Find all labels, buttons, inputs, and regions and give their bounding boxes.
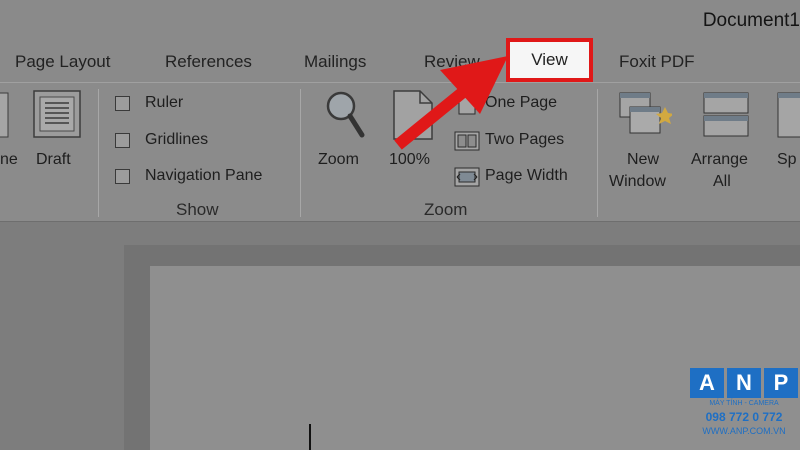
- watermark-letter-n: N: [727, 368, 761, 398]
- arrow-icon: [394, 56, 508, 150]
- watermark-phone: 098 772 0 772: [705, 410, 783, 424]
- anp-watermark: A N P MÁY TÍNH - CAMERA 098 772 0 772 WW…: [690, 368, 798, 448]
- watermark-letter-a: A: [690, 368, 724, 398]
- watermark-website: WWW.ANP.COM.VN: [702, 426, 786, 436]
- watermark-letter-p: P: [764, 368, 798, 398]
- watermark-tagline: MÁY TÍNH - CAMERA: [709, 400, 779, 407]
